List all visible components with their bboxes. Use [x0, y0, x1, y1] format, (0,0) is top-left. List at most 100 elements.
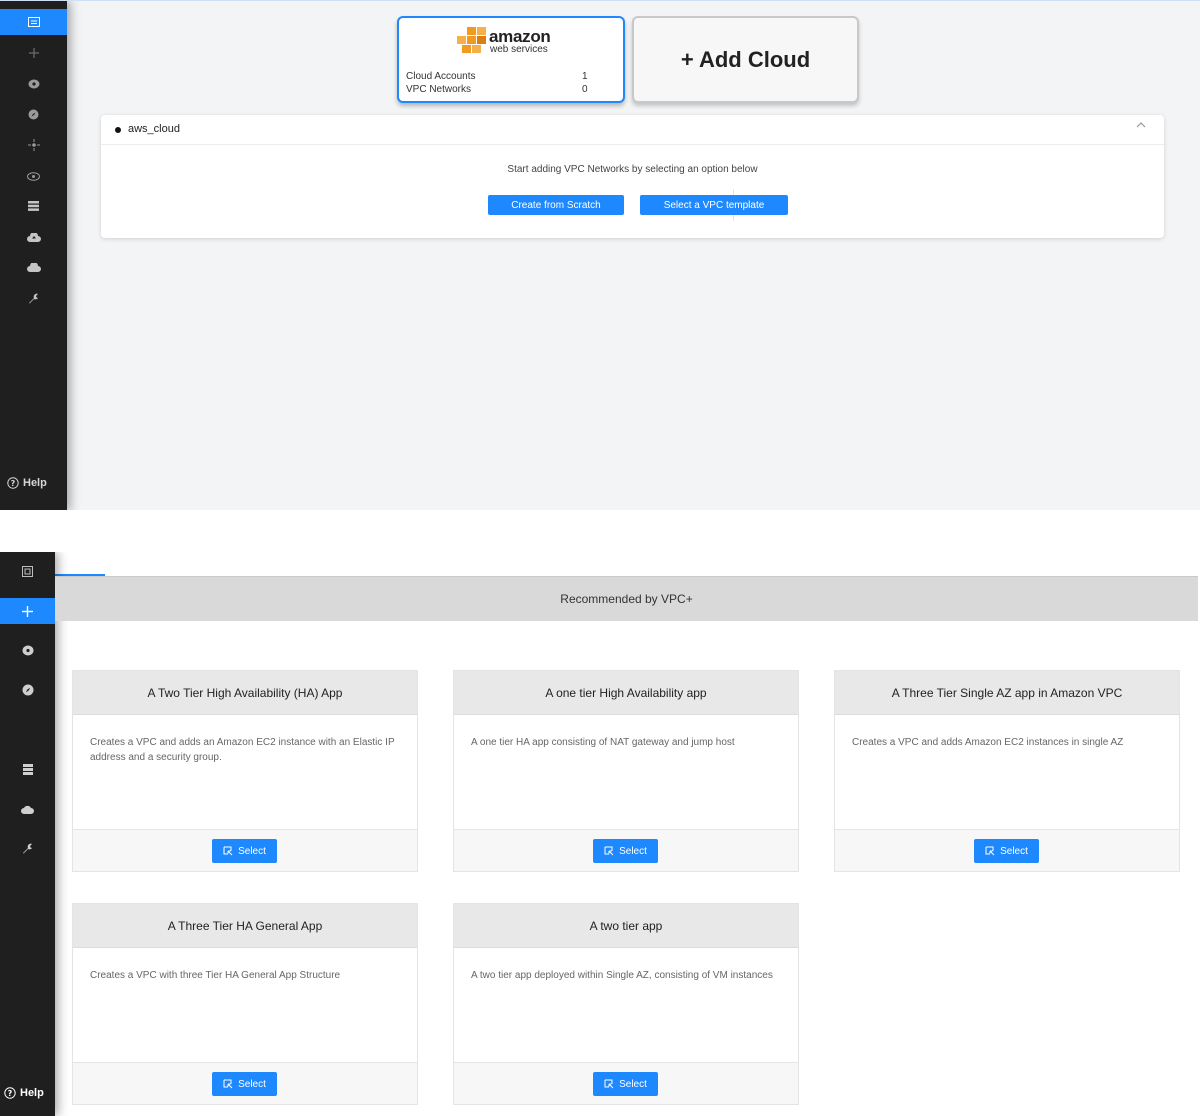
server-icon	[22, 763, 33, 775]
bottom-screenshot: ? Help Recommended by VPC+ A Two Tier Hi…	[0, 552, 1200, 1116]
cloud-icon	[26, 262, 41, 272]
template-description: Creates a VPC and adds an Amazon EC2 ins…	[90, 737, 395, 763]
cloud-accounts-label: Cloud Accounts	[406, 71, 476, 82]
template-description: Creates a VPC with three Tier HA General…	[90, 970, 341, 981]
sidebar-item-cloud[interactable]	[0, 254, 67, 280]
template-footer: Select	[454, 1062, 798, 1104]
template-title: A Three Tier Single AZ app in Amazon VPC	[835, 671, 1179, 715]
sidebar-item-monitor[interactable]	[0, 163, 67, 189]
sidebar: ? Help	[0, 1, 67, 510]
template-title: A two tier app	[454, 904, 798, 948]
panel-title: aws_cloud	[128, 123, 180, 135]
sidebar-item-settings[interactable]	[0, 835, 55, 861]
cloud-accounts-row: Cloud Accounts 1	[406, 71, 588, 82]
wrench-icon	[29, 293, 38, 303]
select-template-button[interactable]: Select	[974, 839, 1039, 863]
template-title: A Two Tier High Availability (HA) App	[73, 671, 417, 715]
select-cursor-icon	[604, 1079, 614, 1089]
template-footer: Select	[73, 829, 417, 871]
network-icon	[27, 139, 40, 151]
template-title: A one tier High Availability app	[454, 671, 798, 715]
template-title: A Three Tier HA General App	[73, 904, 417, 948]
plus-icon	[28, 48, 39, 58]
compass-icon	[28, 109, 39, 119]
select-cursor-icon	[223, 1079, 233, 1089]
top-screenshot: ? Help amazon web services Cloud Account…	[0, 0, 1200, 510]
template-description: A two tier app deployed within Single AZ…	[471, 970, 773, 981]
aws-cloud-panel: aws_cloud Start adding VPC Networks by s…	[101, 115, 1164, 238]
template-description: Creates a VPC and adds Amazon EC2 instan…	[852, 737, 1124, 748]
add-cloud-button[interactable]: + Add Cloud	[632, 16, 859, 103]
help-icon: ?	[7, 477, 19, 489]
template-card: A Two Tier High Availability (HA) App Cr…	[72, 670, 418, 872]
select-vpc-template-button[interactable]: Select a VPC template	[640, 195, 788, 215]
sidebar-item-cloud-upload[interactable]	[0, 224, 67, 250]
help-icon: ?	[4, 1087, 16, 1099]
sidebar-item-dashboard[interactable]	[0, 558, 55, 584]
vpc-networks-value: 0	[582, 84, 588, 95]
dashboard-icon	[22, 565, 33, 577]
select-template-button[interactable]: Select	[212, 839, 277, 863]
panel-header[interactable]: aws_cloud	[101, 115, 1164, 145]
help-label: Help	[23, 477, 47, 489]
template-description: A one tier HA app consisting of NAT gate…	[471, 737, 735, 748]
sidebar-item-gauge[interactable]	[0, 637, 55, 663]
sidebar-item-add[interactable]	[0, 40, 67, 66]
template-footer: Select	[73, 1062, 417, 1104]
select-label: Select	[619, 1078, 647, 1090]
sidebar-item-compass[interactable]	[0, 101, 67, 127]
server-icon	[28, 201, 39, 211]
template-card: A Three Tier HA General App Creates a VP…	[72, 903, 418, 1105]
select-template-button[interactable]: Select	[593, 839, 658, 863]
svg-text:?: ?	[8, 1089, 13, 1098]
eye-icon	[27, 171, 40, 181]
select-template-button[interactable]: Select	[212, 1072, 277, 1096]
vpc-networks-label: VPC Networks	[406, 84, 472, 95]
gauge-icon	[22, 645, 33, 655]
aws-logo: amazon web services	[455, 25, 575, 61]
select-label: Select	[238, 1078, 266, 1090]
cloud-accounts-value: 1	[582, 71, 588, 82]
sidebar-item-compass[interactable]	[0, 677, 55, 703]
template-card: A one tier High Availability app A one t…	[453, 670, 799, 872]
panel-message: Start adding VPC Networks by selecting a…	[507, 164, 758, 175]
wrench-icon	[23, 843, 32, 853]
select-cursor-icon	[223, 846, 233, 856]
plus-icon	[22, 605, 33, 617]
sidebar: ? Help	[0, 552, 55, 1116]
sidebar-item-settings[interactable]	[0, 285, 67, 311]
help-link[interactable]: ? Help	[4, 1087, 44, 1099]
sidebar-item-servers[interactable]	[0, 756, 55, 782]
tab-strip	[55, 552, 1200, 576]
vpc-networks-row: VPC Networks 0	[406, 84, 588, 95]
gauge-icon	[28, 79, 39, 89]
select-label: Select	[238, 845, 266, 857]
select-cursor-icon	[985, 846, 995, 856]
select-label: Select	[619, 845, 647, 857]
compass-icon	[22, 684, 33, 696]
dashboard-icon	[27, 17, 40, 27]
template-card: A two tier app A two tier app deployed w…	[453, 903, 799, 1105]
select-cursor-icon	[604, 846, 614, 856]
select-label: Select	[1000, 845, 1028, 857]
template-card: A Three Tier Single AZ app in Amazon VPC…	[834, 670, 1180, 872]
create-from-scratch-button[interactable]: Create from Scratch	[488, 195, 624, 215]
aws-cubes-icon	[457, 27, 486, 53]
chevron-up-icon[interactable]	[1136, 122, 1146, 128]
template-footer: Select	[454, 829, 798, 871]
aws-logo-web-services: web services	[490, 44, 548, 55]
status-dot	[115, 127, 121, 133]
sidebar-item-dashboard[interactable]	[0, 9, 67, 35]
sidebar-item-servers[interactable]	[0, 193, 67, 219]
help-label: Help	[20, 1087, 44, 1099]
sidebar-item-gauge[interactable]	[0, 71, 67, 97]
cloud-upload-icon	[26, 232, 41, 242]
help-link[interactable]: ? Help	[7, 477, 47, 489]
template-footer: Select	[835, 829, 1179, 871]
sidebar-item-network[interactable]	[0, 132, 67, 158]
aws-cloud-card[interactable]: amazon web services Cloud Accounts 1 VPC…	[397, 16, 625, 103]
sidebar-item-cloud[interactable]	[0, 796, 55, 822]
svg-text:?: ?	[11, 479, 16, 488]
select-template-button[interactable]: Select	[593, 1072, 658, 1096]
sidebar-item-add[interactable]	[0, 598, 55, 624]
